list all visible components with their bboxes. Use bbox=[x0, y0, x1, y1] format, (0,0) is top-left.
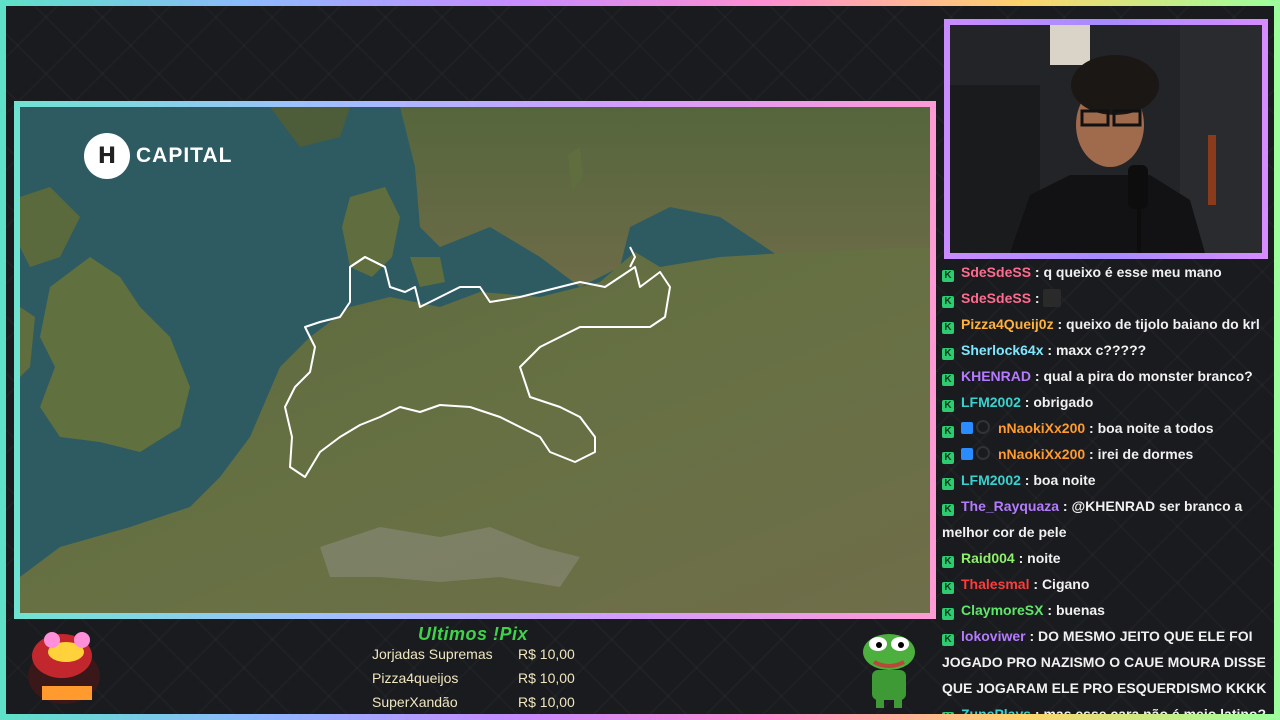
chat-separator: : bbox=[1031, 706, 1044, 714]
chat-separator: : bbox=[1043, 342, 1056, 358]
chat-username[interactable]: Sherlock64x bbox=[961, 342, 1044, 358]
chat-username[interactable]: ZunePlays bbox=[961, 706, 1031, 714]
kick-badge-icon: K bbox=[942, 582, 954, 594]
kick-badge-icon: K bbox=[942, 504, 954, 516]
chat-separator: : bbox=[1025, 628, 1039, 644]
pix-entry-value: R$ 10,00 bbox=[518, 670, 575, 686]
chat-text: maxx c????? bbox=[1055, 342, 1147, 358]
chat-text: irei de dormes bbox=[1097, 446, 1194, 462]
chat-separator: : bbox=[1053, 316, 1067, 332]
chat-message: K LFM2002 : obrigado bbox=[941, 389, 1271, 415]
chat-text: queixo de tijolo baiano do krl bbox=[1066, 316, 1260, 332]
pix-title: Ultimos !Pix bbox=[417, 624, 529, 644]
logo-badge: H bbox=[84, 133, 130, 179]
chat-username[interactable]: Thalesmal bbox=[961, 576, 1029, 592]
chat-username[interactable]: KHENRAD bbox=[961, 368, 1031, 384]
pix-entry-name: Jorjadas Supremas bbox=[372, 646, 493, 662]
chat-message: KnNaokiXx200 : irei de dormes bbox=[941, 441, 1271, 467]
chat-message: K Pizza4Queij0z : queixo de tijolo baiano… bbox=[941, 311, 1271, 337]
chat-message: K ZunePlays : mas esse cara não é meio la… bbox=[941, 701, 1271, 714]
webcam-frame bbox=[944, 19, 1268, 259]
emote-icon bbox=[1043, 289, 1062, 307]
pix-entry-name: Pizza4queijos bbox=[372, 670, 459, 686]
chat-text: q queixo é esse meu mano bbox=[1043, 264, 1222, 280]
chat-username[interactable]: LFM2002 bbox=[961, 472, 1021, 488]
chat-message: K Raid004 : noite bbox=[941, 545, 1271, 571]
chat-username[interactable]: nNaokiXx200 bbox=[998, 420, 1085, 436]
chat-text: mas esse cara não é meio latino? bbox=[1043, 706, 1267, 714]
kick-badge-icon: K bbox=[942, 556, 954, 568]
pix-entry: Pizza4queijos R$ 10,00 bbox=[372, 670, 582, 692]
ring-badge-icon bbox=[976, 420, 990, 434]
kick-badge-icon: K bbox=[942, 400, 954, 412]
chat-text: buenas bbox=[1055, 602, 1105, 618]
kick-badge-icon: K bbox=[942, 452, 954, 464]
pix-entry-name: SuperXandão bbox=[372, 694, 458, 710]
chat-separator: : bbox=[1085, 446, 1098, 462]
chat-text: noite bbox=[1027, 550, 1061, 566]
kick-badge-icon: K bbox=[942, 478, 954, 490]
chat-separator: : bbox=[1085, 420, 1098, 436]
capital-logo: H CAPITAL bbox=[84, 133, 232, 179]
pix-entry: Jorjadas Supremas R$ 10,00 bbox=[372, 646, 582, 668]
chat-panel: K SdeSdeSS : q queixo é esse meu mano K Sde… bbox=[941, 259, 1271, 714]
map-frame: H CAPITAL bbox=[14, 101, 936, 619]
chat-separator: : bbox=[1020, 394, 1034, 410]
chat-username[interactable]: Raid004 bbox=[961, 550, 1015, 566]
chat-username[interactable]: SdeSdeSS bbox=[961, 264, 1031, 280]
chat-message: K Thalesmal : Cigano bbox=[941, 571, 1271, 597]
sub-badge-icon bbox=[961, 448, 973, 460]
chat-separator: : bbox=[1043, 602, 1056, 618]
chat-message: K SdeSdeSS : q queixo é esse meu mano bbox=[941, 259, 1271, 285]
chat-username[interactable]: LFM2002 bbox=[961, 394, 1021, 410]
map-terrain bbox=[20, 107, 930, 613]
pepe-mascot-image bbox=[856, 630, 922, 710]
chat-username[interactable]: lokoviwer bbox=[961, 628, 1026, 644]
chat-separator: : bbox=[1031, 290, 1044, 306]
pix-entry: SuperXandão R$ 10,00 bbox=[372, 694, 582, 716]
kick-badge-icon: K bbox=[942, 296, 954, 308]
chat-message: K The_Rayquaza : @KHENRAD ser branco a me… bbox=[941, 493, 1271, 545]
kick-badge-icon: K bbox=[942, 634, 954, 646]
logo-text: CAPITAL bbox=[136, 144, 233, 167]
kick-badge-icon: K bbox=[942, 348, 954, 360]
pix-entry-value: R$ 10,00 bbox=[518, 694, 575, 710]
kick-badge-icon: K bbox=[942, 374, 954, 386]
chat-text: boa noite a todos bbox=[1097, 420, 1214, 436]
chat-text: boa noite bbox=[1033, 472, 1096, 488]
chat-username[interactable]: nNaokiXx200 bbox=[998, 446, 1085, 462]
chat-username[interactable]: SdeSdeSS bbox=[961, 290, 1031, 306]
chat-message: K SdeSdeSS : bbox=[941, 285, 1271, 311]
chat-text: qual a pira do monster branco? bbox=[1043, 368, 1253, 384]
chat-message: Klokoviwer : DO MESMO JEITO QUE ELE FOI … bbox=[941, 623, 1271, 701]
chat-separator: : bbox=[1059, 498, 1072, 514]
chat-message: KnNaokiXx200 : boa noite a todos bbox=[941, 415, 1271, 441]
chat-text: obrigado bbox=[1033, 394, 1094, 410]
kick-badge-icon: K bbox=[942, 322, 954, 334]
kick-badge-icon: K bbox=[942, 608, 954, 620]
chat-separator: : bbox=[1031, 264, 1044, 280]
chat-separator: : bbox=[1031, 368, 1044, 384]
chat-text: Cigano bbox=[1041, 576, 1090, 592]
chat-username[interactable]: ClaymoreSX bbox=[961, 602, 1043, 618]
chat-separator: : bbox=[1020, 472, 1034, 488]
mascot-left-image bbox=[22, 628, 106, 706]
chat-message: K KHENRAD : qual a pira do monster branco… bbox=[941, 363, 1271, 389]
kick-badge-icon: K bbox=[942, 712, 954, 714]
kick-badge-icon: K bbox=[942, 426, 954, 438]
chat-separator: : bbox=[1014, 550, 1028, 566]
chat-username[interactable]: The_Rayquaza bbox=[961, 498, 1059, 514]
chat-username[interactable]: Pizza4Queij0z bbox=[961, 316, 1054, 332]
streamer-image bbox=[950, 25, 1262, 253]
chat-message: K ClaymoreSX : buenas bbox=[941, 597, 1271, 623]
chat-message: K Sherlock64x : maxx c????? bbox=[941, 337, 1271, 363]
kick-badge-icon: K bbox=[942, 270, 954, 282]
webcam-view bbox=[950, 25, 1262, 253]
chat-separator: : bbox=[1029, 576, 1042, 592]
chat-message: K LFM2002 : boa noite bbox=[941, 467, 1271, 493]
pix-entry-value: R$ 10,00 bbox=[518, 646, 575, 662]
ring-badge-icon bbox=[976, 446, 990, 460]
map-view: H CAPITAL bbox=[20, 107, 930, 613]
sub-badge-icon bbox=[961, 422, 973, 434]
